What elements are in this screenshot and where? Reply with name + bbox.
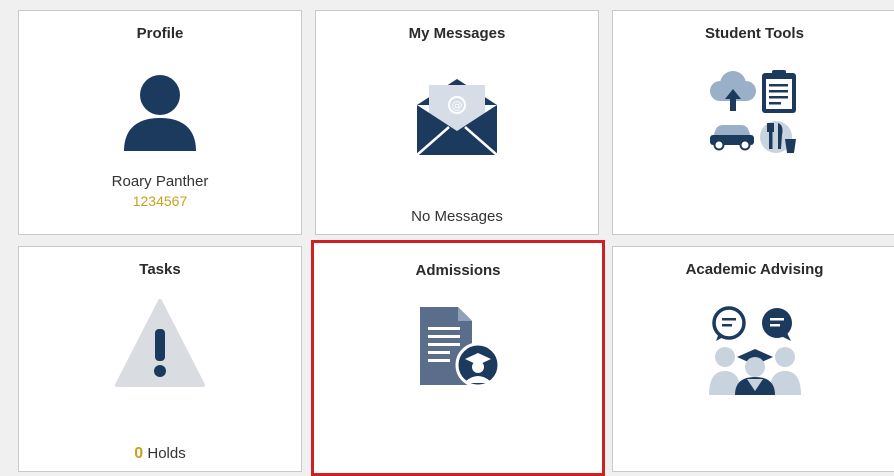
tasks-tile[interactable]: Tasks 0 Holds: [18, 246, 302, 472]
person-icon: [19, 73, 301, 153]
profile-id: 1234567: [132, 193, 188, 209]
clipboard-icon: [761, 70, 796, 113]
tools-title: Student Tools: [705, 25, 804, 42]
profile-name: Roary Panther: [111, 173, 209, 190]
car-icon: [709, 125, 754, 151]
cloud-upload-icon: [709, 71, 756, 111]
admissions-title: Admissions: [415, 262, 501, 279]
admissions-tile[interactable]: Admissions: [311, 240, 605, 476]
holds-summary: 0 Holds: [19, 445, 301, 463]
academic-advising-tile[interactable]: Academic Advising: [612, 246, 894, 472]
advising-title: Academic Advising: [685, 261, 824, 278]
student-tools-tile[interactable]: Student Tools: [612, 10, 894, 235]
profile-tile[interactable]: Profile Roary Panther 1234567: [18, 10, 302, 235]
messages-title: My Messages: [408, 25, 506, 42]
messages-status: No Messages: [411, 208, 503, 225]
svg-text:@: @: [452, 99, 463, 112]
graduation-document-icon: [314, 301, 602, 391]
messages-tile[interactable]: My Messages @ No Messages: [315, 10, 599, 235]
student-tools-icons: [613, 69, 894, 155]
holds-count: 0: [134, 445, 144, 462]
profile-title: Profile: [136, 25, 184, 42]
advising-icon: [613, 299, 894, 397]
envelope-icon: @: [316, 75, 598, 157]
holds-label: Holds: [147, 445, 186, 462]
dining-icon: [759, 121, 796, 153]
tasks-title: Tasks: [139, 261, 181, 278]
warning-icon: [19, 297, 301, 389]
